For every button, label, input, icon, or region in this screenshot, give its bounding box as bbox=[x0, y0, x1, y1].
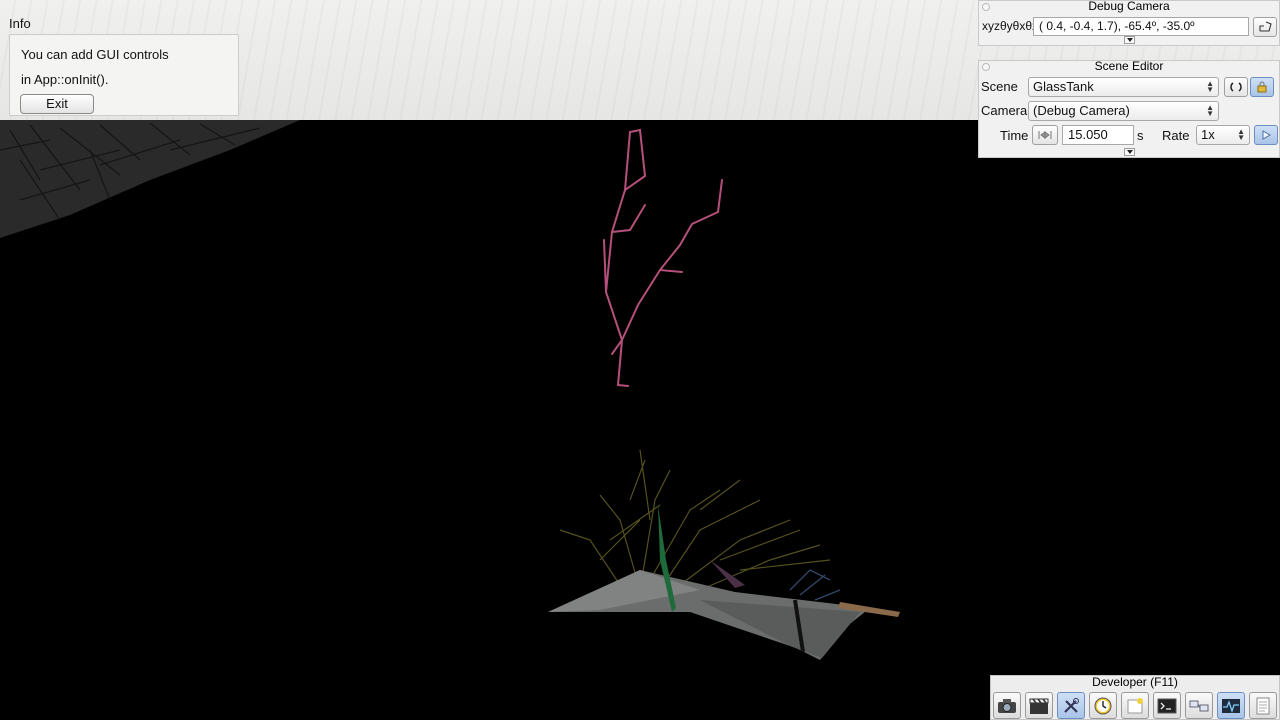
terminal-icon[interactable] bbox=[1153, 692, 1181, 719]
scene-editor-title: Scene Editor bbox=[1094, 59, 1164, 73]
rate-select-value: 1x bbox=[1201, 127, 1215, 142]
developer-dock: Developer (F11) bbox=[990, 675, 1280, 720]
scene-editor-panel: Scene Editor Scene GlassTank ▲ ▼ Camera (… bbox=[978, 60, 1280, 158]
info-text-line-1: You can add GUI controls bbox=[21, 47, 169, 62]
scene-select[interactable]: GlassTank ▲ ▼ bbox=[1028, 77, 1219, 97]
debug-camera-title: Debug Camera bbox=[1088, 0, 1170, 13]
select-arrows-icon: ▲ ▼ bbox=[1206, 79, 1214, 94]
lock-icon[interactable] bbox=[1250, 77, 1274, 97]
select-arrows-icon: ▲ ▼ bbox=[1206, 103, 1214, 118]
document-icon[interactable] bbox=[1249, 692, 1277, 719]
time-label: Time bbox=[1000, 128, 1029, 143]
camera-select[interactable]: (Debug Camera) ▲ ▼ bbox=[1028, 101, 1219, 121]
reload-scene-icon[interactable] bbox=[1224, 77, 1248, 97]
note-icon[interactable] bbox=[1121, 692, 1149, 719]
time-field[interactable]: 15.050 bbox=[1062, 125, 1134, 145]
clock-icon[interactable] bbox=[1089, 692, 1117, 719]
scene-label: Scene bbox=[981, 79, 1018, 94]
plant-bush bbox=[559, 449, 831, 591]
camera-coords-field[interactable]: ( 0.4, -0.4, 1.7), -65.4º, -35.0º bbox=[1033, 17, 1249, 36]
coral-branch bbox=[603, 128, 723, 387]
collapse-scene-editor-icon[interactable] bbox=[1124, 148, 1135, 156]
blue-coral bbox=[789, 569, 841, 601]
clapperboard-icon[interactable] bbox=[1025, 692, 1053, 719]
exit-button[interactable]: Exit bbox=[20, 94, 94, 114]
collapse-debug-camera-icon[interactable] bbox=[1124, 36, 1135, 44]
time-unit-label: s bbox=[1137, 128, 1144, 143]
reset-time-icon[interactable] bbox=[1032, 125, 1058, 145]
profiler-icon[interactable] bbox=[1217, 692, 1245, 719]
camera-select-value: (Debug Camera) bbox=[1033, 103, 1130, 118]
debug-camera-panel: Debug Camera xyzθyθxθz ( 0.4, -0.4, 1.7)… bbox=[978, 0, 1280, 46]
rate-label: Rate bbox=[1162, 128, 1190, 143]
select-arrows-icon: ▲ ▼ bbox=[1237, 127, 1245, 142]
rate-select[interactable]: 1x ▲ ▼ bbox=[1196, 125, 1250, 145]
camera-label: Camera bbox=[981, 103, 1028, 118]
camera-icon[interactable] bbox=[993, 692, 1021, 719]
info-panel: You can add GUI controls in App::onInit(… bbox=[9, 34, 239, 116]
tools-icon[interactable] bbox=[1057, 692, 1085, 719]
info-panel-title: Info bbox=[9, 16, 31, 31]
copy-camera-icon[interactable] bbox=[1253, 17, 1277, 37]
camera-coords-label: xyzθyθxθz bbox=[982, 19, 1039, 33]
play-icon[interactable] bbox=[1254, 125, 1278, 145]
developer-dock-title: Developer (F11) bbox=[1092, 675, 1178, 689]
scene-select-value: GlassTank bbox=[1033, 79, 1094, 94]
scene-graph-icon[interactable] bbox=[1185, 692, 1213, 719]
info-text-line-2: in App::onInit(). bbox=[21, 72, 109, 87]
